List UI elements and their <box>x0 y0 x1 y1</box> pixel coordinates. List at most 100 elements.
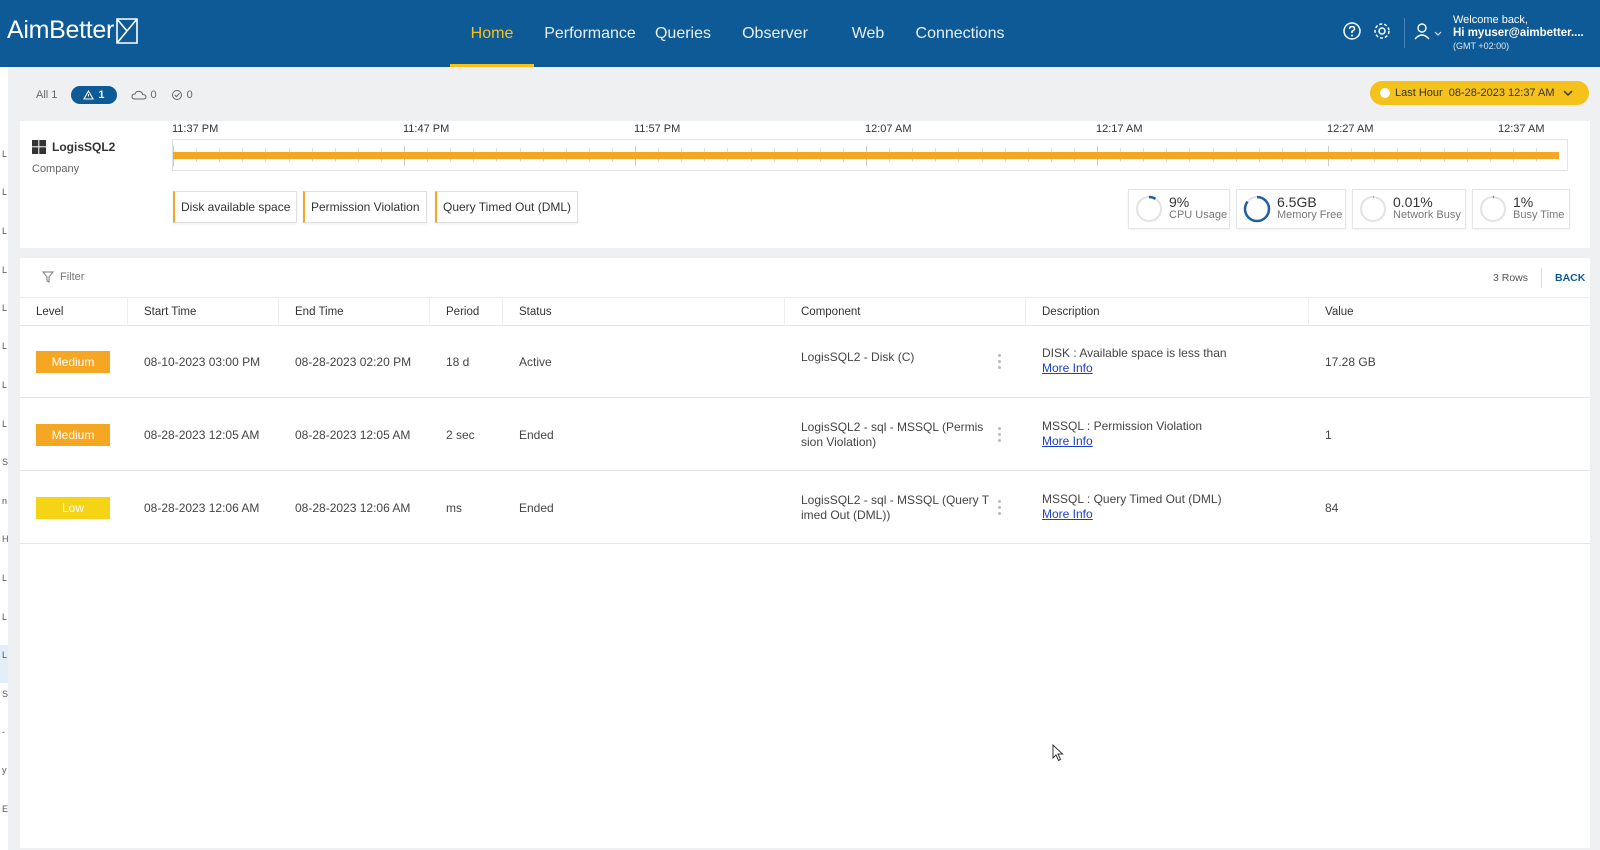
cell-description: MSSQL : Query Timed Out (DML) More Info <box>1026 472 1222 544</box>
more-info-link[interactable]: More Info <box>1042 434 1093 448</box>
column-header-label: Start Time <box>144 306 197 318</box>
server-company: Company <box>32 163 80 175</box>
filter-resolved[interactable]: 0 <box>171 89 193 101</box>
sidebar-letter[interactable]: L <box>2 341 7 351</box>
row-menu-kebab-icon[interactable] <box>998 354 1002 372</box>
nav-observer[interactable]: Observer <box>720 0 830 67</box>
metric-label: Busy Time <box>1513 209 1565 221</box>
column-header-start-time[interactable]: Start Time <box>128 298 279 326</box>
back-button[interactable]: BACK <box>1555 272 1585 284</box>
cell-period: 2 sec <box>446 428 475 442</box>
nav-queries-label: Queries <box>654 24 712 42</box>
cell-period: ms <box>446 501 462 515</box>
table-row[interactable]: Medium 08-10-2023 03:00 PM 08-28-2023 02… <box>20 326 1590 398</box>
cell-description: MSSQL : Permission Violation More Info <box>1026 399 1202 471</box>
server-name[interactable]: LogisSQL2 <box>32 140 115 154</box>
server-name-label: LogisSQL2 <box>52 140 116 154</box>
logo-mark-icon <box>116 17 138 44</box>
cell-status: Active <box>519 355 552 369</box>
column-header-description[interactable]: Description <box>1026 298 1309 326</box>
metric-cpu[interactable]: 9% CPU Usage <box>1128 189 1230 229</box>
sidebar-letter[interactable]: L <box>2 226 7 236</box>
nav-web[interactable]: Web <box>830 0 906 67</box>
metric-busy-time[interactable]: 1% Busy Time <box>1472 189 1570 229</box>
description-text: DISK : Available space is less than <box>1042 346 1227 360</box>
sidebar-letter[interactable]: - <box>2 727 5 737</box>
filter-all[interactable]: All 1 <box>36 89 57 101</box>
nav-queries[interactable]: Queries <box>646 0 720 67</box>
cloud-icon <box>131 90 147 100</box>
alert-tag-label: Permission Violation <box>311 200 420 214</box>
column-header-label: Component <box>801 306 861 318</box>
check-circle-icon <box>171 90 182 100</box>
sidebar-letter[interactable]: L <box>2 380 7 390</box>
column-header-label: Status <box>519 306 552 318</box>
user-profile-icon[interactable] <box>1412 21 1432 41</box>
column-header-period[interactable]: Period <box>430 298 503 326</box>
sidebar-letter[interactable]: L <box>2 149 7 159</box>
settings-gear-icon[interactable] <box>1372 21 1392 41</box>
cell-level: Medium <box>20 326 110 398</box>
sidebar-letter[interactable]: L <box>2 419 7 429</box>
cell-value: 1 <box>1325 428 1332 442</box>
nav-connections-label: Connections <box>915 24 1005 42</box>
metric-network[interactable]: 0.01% Network Busy <box>1352 189 1466 229</box>
timeline-tick-label: 11:37 PM <box>172 123 219 135</box>
level-badge: Low <box>36 497 110 519</box>
sidebar-letter[interactable]: S <box>2 689 8 699</box>
cpu-gauge-icon <box>1135 195 1163 223</box>
column-header-level[interactable]: Level <box>20 298 128 326</box>
nav-performance[interactable]: Performance <box>534 0 646 67</box>
sidebar-letter[interactable]: y <box>2 765 7 775</box>
timeline-tick-label: 11:47 PM <box>403 123 450 135</box>
filter-alerts[interactable]: 1 <box>71 86 117 104</box>
sidebar-letter[interactable]: L <box>2 265 7 275</box>
nav-home[interactable]: Home <box>450 0 534 67</box>
welcome-greeting: Welcome back, <box>1453 14 1528 26</box>
table-row[interactable]: Medium 08-28-2023 12:05 AM 08-28-2023 12… <box>20 399 1590 471</box>
alert-tag-disk[interactable]: Disk available space <box>173 191 298 223</box>
component-text: LogisSQL2 - sql - MSSQL (Permis sion Vio… <box>801 420 984 449</box>
timeline-alert-bar[interactable] <box>173 152 1559 159</box>
aimbetter-logo[interactable]: AimBetter <box>7 16 139 45</box>
alert-tag-permission[interactable]: Permission Violation <box>303 191 427 223</box>
row-menu-kebab-icon[interactable] <box>998 427 1002 445</box>
cell-start-time: 08-28-2023 12:06 AM <box>144 501 260 515</box>
more-info-link[interactable]: More Info <box>1042 361 1093 375</box>
metric-value: 9% <box>1169 194 1190 210</box>
column-header-value[interactable]: Value <box>1309 298 1590 326</box>
sidebar-letter[interactable]: S <box>2 457 8 467</box>
table-row[interactable]: Low 08-28-2023 12:06 AM 08-28-2023 12:06… <box>20 472 1590 544</box>
more-info-link[interactable]: More Info <box>1042 507 1093 521</box>
sidebar-letter[interactable]: L <box>2 650 7 660</box>
nav-connections[interactable]: Connections <box>906 0 1014 67</box>
column-header-status[interactable]: Status <box>503 298 785 326</box>
alert-timeline[interactable]: 11:37 PM 11:47 PM 11:57 PM 12:07 AM 12:1… <box>172 123 1568 171</box>
cell-status: Ended <box>519 428 554 442</box>
row-menu-kebab-icon[interactable] <box>998 500 1002 518</box>
user-welcome[interactable]: Welcome back, Hi myuser@aimbetter.... (G… <box>1453 14 1593 53</box>
column-header-end-time[interactable]: End Time <box>279 298 430 326</box>
sidebar-letter[interactable]: n <box>2 496 7 506</box>
filter-cloud[interactable]: 0 <box>131 89 157 101</box>
sidebar-letter[interactable]: L <box>2 303 7 313</box>
column-header-label: End Time <box>295 306 344 318</box>
cell-description: DISK : Available space is less than More … <box>1026 326 1227 398</box>
chevron-down-icon[interactable] <box>1434 31 1442 37</box>
time-range-selector[interactable]: Last Hour 08-28-2023 12:37 AM <box>1370 81 1589 105</box>
help-icon[interactable] <box>1342 21 1362 41</box>
sidebar-letter[interactable]: H <box>2 534 9 544</box>
time-range-dot <box>1380 88 1390 98</box>
sidebar-letter[interactable]: E <box>2 804 8 814</box>
metric-memory[interactable]: 6.5GB Memory Free <box>1236 189 1346 229</box>
alert-tag-query-timeout[interactable]: Query Timed Out (DML) <box>435 191 579 223</box>
windows-logo-icon <box>32 140 46 154</box>
sidebar-letter[interactable]: L <box>2 612 7 622</box>
sidebar-letter[interactable]: L <box>2 187 7 197</box>
logo-text: AimBetter <box>7 16 115 44</box>
column-header-component[interactable]: Component <box>785 298 1026 326</box>
column-header-label: Level <box>36 306 64 318</box>
nav-web-label: Web <box>851 24 885 42</box>
sidebar-letter[interactable]: L <box>2 573 7 583</box>
filter-button[interactable]: Filter <box>42 271 84 283</box>
